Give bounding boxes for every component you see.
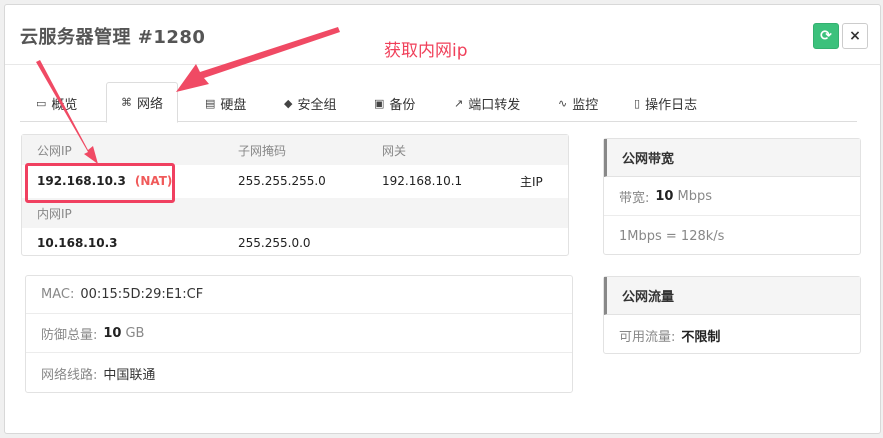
arrow-to-network-tab	[176, 27, 340, 92]
annotation-arrows	[36, 27, 340, 164]
arrow-to-public-ip	[36, 60, 98, 164]
